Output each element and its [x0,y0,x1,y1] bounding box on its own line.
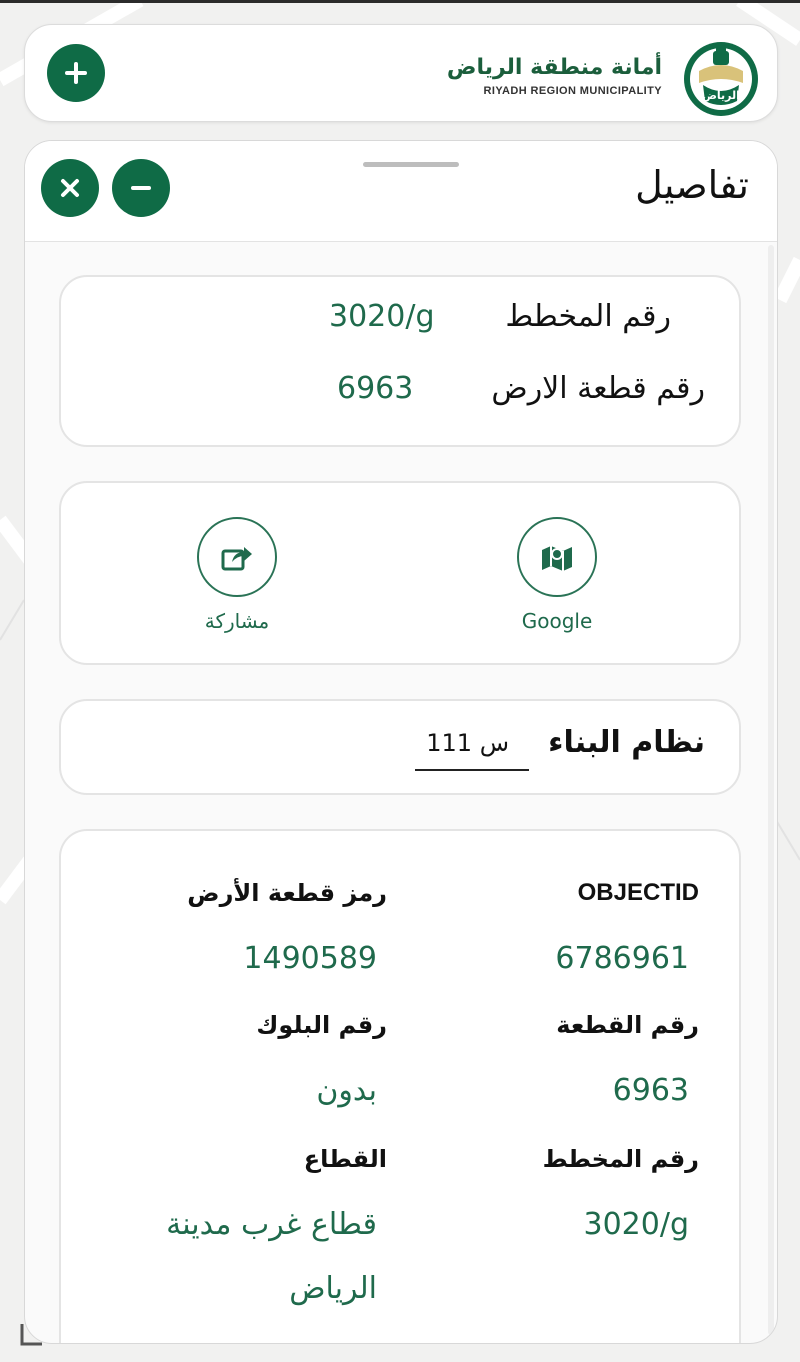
plan-number-label: رقم المخطط [505,299,671,334]
close-button[interactable] [41,159,99,217]
drag-handle[interactable] [363,162,459,167]
sector-label: القطاع [303,1145,387,1173]
add-button[interactable] [47,44,105,102]
summary-card: رقم المخطط 3020/g رقم قطعة الارض 6963 [59,275,741,447]
objectid-value: 6786961 [555,941,689,976]
municipality-logo: الرياض [683,41,759,117]
share-label: مشاركة [204,609,270,633]
building-system-value: س 111 [426,729,509,757]
plan-number-value: 3020/g [329,299,435,334]
panel-title: تفاصيل [635,163,749,207]
block-value: بدون [316,1073,377,1108]
building-system-card: نظام البناء س 111 [59,699,741,795]
header-bar: أمانة منطقة الرياض RIYADH REGION MUNICIP… [24,24,778,122]
building-system-label: نظام البناء [548,725,705,760]
scrollbar[interactable] [768,245,774,1335]
svg-text:الرياض: الرياض [702,89,740,102]
parcel-code-label: رمز قطعة الأرض [187,879,387,907]
block-label: رقم البلوك [256,1011,387,1039]
resize-corner-icon [20,1324,42,1346]
share-icon [221,547,252,571]
panel-header: تفاصيل [25,141,777,242]
objectid-label: OBJECTID [577,879,699,906]
google-maps-button[interactable]: Google [497,517,617,633]
parcel-number-value: 6963 [337,371,414,406]
parcel-no-label: رقم القطعة [556,1011,699,1039]
plan-no-label: رقم المخطط [542,1145,699,1173]
google-label: Google [521,609,593,633]
map-icon [542,546,572,571]
minus-icon [131,186,151,190]
sector-value-line1: قطاع غرب مدينة [166,1207,377,1242]
close-icon [61,179,79,197]
brand-name-english: RIYADH REGION MUNICIPALITY [483,85,662,97]
plus-icon [65,62,87,84]
parcel-code-value: 1490589 [243,941,377,976]
actions-card: Google مشاركة [59,481,741,665]
parcel-number-label: رقم قطعة الارض [491,371,705,406]
parcel-no-value: 6963 [612,1073,689,1108]
details-panel: تفاصيل رقم المخطط 3020/g رقم قطعة الارض … [24,140,778,1344]
minimize-button[interactable] [112,159,170,217]
top-edge [0,0,800,3]
share-button[interactable]: مشاركة [177,517,297,633]
attributes-card: OBJECTID رمز قطعة الأرض 6786961 1490589 … [59,829,741,1343]
brand-name-arabic: أمانة منطقة الرياض [446,55,662,80]
building-system-field[interactable]: س 111 [415,729,529,771]
plan-no-value: 3020/g [583,1207,690,1242]
sector-value-line2: الرياض [289,1271,377,1306]
